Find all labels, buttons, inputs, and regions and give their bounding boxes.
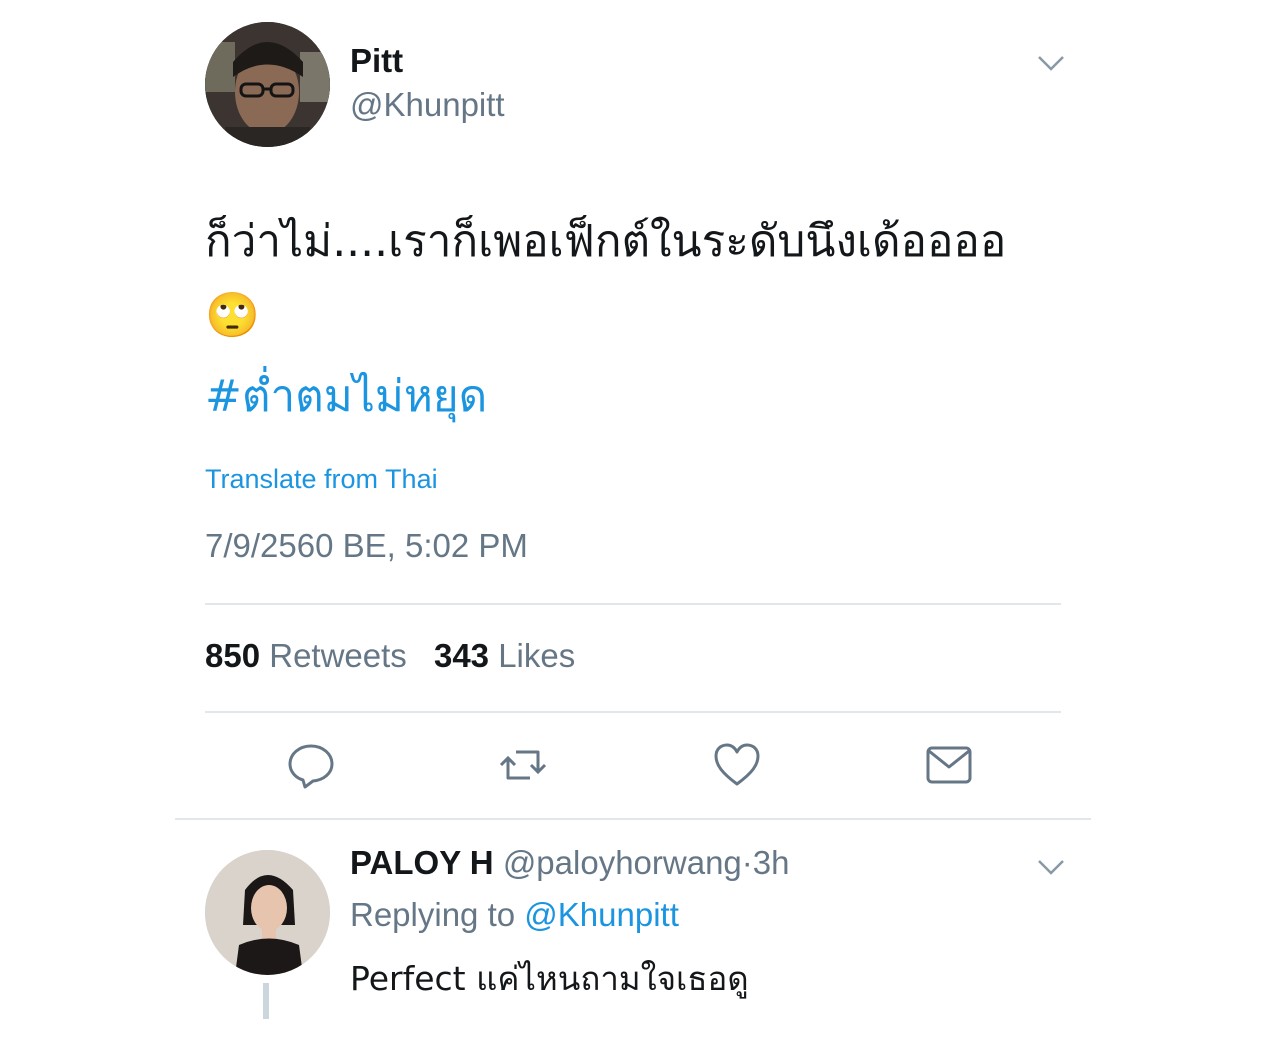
divider <box>175 818 1091 820</box>
chevron-down-icon[interactable] <box>1037 54 1065 72</box>
replying-to-user-link[interactable]: @Khunpitt <box>524 896 679 933</box>
likes-label: Likes <box>498 637 576 674</box>
author-avatar[interactable] <box>205 22 330 147</box>
separator-dot: · <box>741 844 753 881</box>
author-handle[interactable]: @Khunpitt <box>350 86 505 124</box>
divider <box>205 711 1061 713</box>
tweet-text: ก็ว่าไม่....เราก็เพอเฟ็กต์ในระดับนึงเด้อ… <box>205 216 1007 341</box>
reply-author-name[interactable]: PALOY H <box>350 844 494 881</box>
likes-stat[interactable]: 343 Likes <box>434 637 575 675</box>
reply-text: Perfect แค่ไหนถามใจเธอดู <box>350 959 749 998</box>
engagement-stats: 850 Retweets 343 Likes <box>205 637 593 675</box>
retweets-count: 850 <box>205 637 261 674</box>
author-name[interactable]: Pitt <box>350 42 403 80</box>
tweet-timestamp: 7/9/2560 BE, 5:02 PM <box>205 527 528 564</box>
retweet-icon[interactable] <box>498 740 548 790</box>
reply-author-handle[interactable]: @paloyhorwang <box>503 844 742 881</box>
direct-message-icon[interactable] <box>924 740 974 790</box>
retweets-label: Retweets <box>269 637 407 674</box>
reply-time[interactable]: 3h <box>753 844 790 881</box>
retweets-stat[interactable]: 850 Retweets <box>205 637 407 675</box>
hashtag-link[interactable]: #ต่ำตมไม่หยุด <box>205 362 487 432</box>
reply-header: PALOY H @paloyhorwang·3h <box>350 844 790 882</box>
replying-to: Replying to @Khunpitt <box>350 896 679 934</box>
translate-link[interactable]: Translate from Thai <box>205 464 438 495</box>
thread-connector <box>263 983 269 1019</box>
divider <box>205 603 1061 605</box>
like-icon[interactable] <box>712 740 762 790</box>
replying-prefix: Replying to <box>350 896 516 933</box>
chevron-down-icon[interactable] <box>1037 858 1065 876</box>
reply-icon[interactable] <box>286 740 336 790</box>
likes-count: 343 <box>433 637 490 674</box>
reply-author-avatar[interactable] <box>205 850 330 975</box>
